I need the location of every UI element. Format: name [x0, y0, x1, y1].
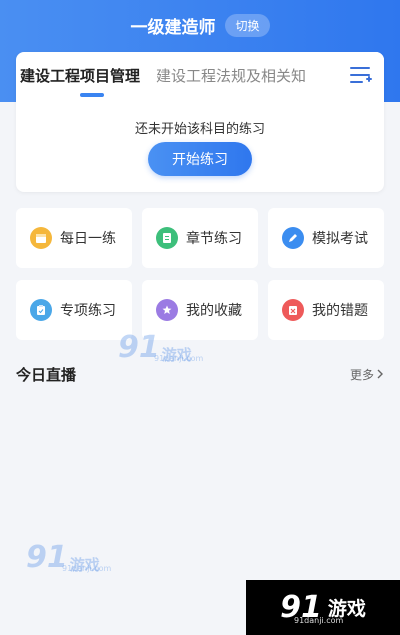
grid-label: 我的错题 [312, 303, 368, 319]
pencil-icon [282, 227, 304, 249]
grid-item-chapter[interactable]: 章节练习 [142, 208, 258, 268]
title-bar: 一级建造师 切换 [0, 10, 400, 40]
subject-card: 建设工程项目管理 建设工程法规及相关知 还未开始该科目的练习 开始练习 [16, 52, 384, 192]
grid-label: 我的收藏 [186, 303, 242, 319]
subject-tabs: 建设工程项目管理 建设工程法规及相关知 [16, 52, 384, 98]
tab-indicator [80, 93, 104, 97]
grid-label: 专项练习 [60, 303, 116, 319]
live-title: 今日直播 [16, 365, 77, 384]
watermark-bottom: 91 游戏 91danji.com [26, 540, 111, 575]
clipboard-icon [30, 299, 52, 321]
chevron-right-icon [377, 369, 383, 379]
watermark-middle: 91 游戏 91danji.com [118, 330, 203, 365]
watermark-corner: 91 游戏 91danji.com [246, 580, 400, 635]
grid-label: 章节练习 [186, 231, 242, 247]
watermark-site: 91danji.com [62, 564, 112, 573]
grid-item-special[interactable]: 专项练习 [16, 280, 132, 340]
watermark-site: 91danji.com [154, 354, 204, 363]
live-section-header: 今日直播 更多 [16, 362, 384, 386]
feature-grid: 每日一练 章节练习 模拟考试 专项练习 我的收藏 我的错题 [16, 208, 384, 340]
grid-label: 模拟考试 [312, 231, 368, 247]
star-icon [156, 299, 178, 321]
tab-next-subject[interactable]: 建设工程法规及相关知 [148, 65, 314, 86]
grid-item-wrong[interactable]: 我的错题 [268, 280, 384, 340]
app-title: 一级建造师 [130, 17, 216, 38]
more-link[interactable]: 更多 [350, 366, 384, 383]
grid-label: 每日一练 [60, 231, 116, 247]
grid-item-mock-exam[interactable]: 模拟考试 [268, 208, 384, 268]
tab-active-subject[interactable]: 建设工程项目管理 [16, 65, 148, 86]
practice-hint: 还未开始该科目的练习 [134, 122, 265, 137]
daily-icon [30, 227, 52, 249]
watermark-site: 91danji.com [294, 616, 344, 625]
wrong-icon [282, 299, 304, 321]
grid-item-daily[interactable]: 每日一练 [16, 208, 132, 268]
switch-button[interactable]: 切换 [225, 13, 270, 37]
more-label: 更多 [349, 367, 374, 382]
chapter-icon [156, 227, 178, 249]
start-practice-button[interactable]: 开始练习 [148, 142, 252, 176]
tabs-menu-area [336, 52, 384, 98]
subject-menu-icon[interactable] [350, 66, 372, 84]
